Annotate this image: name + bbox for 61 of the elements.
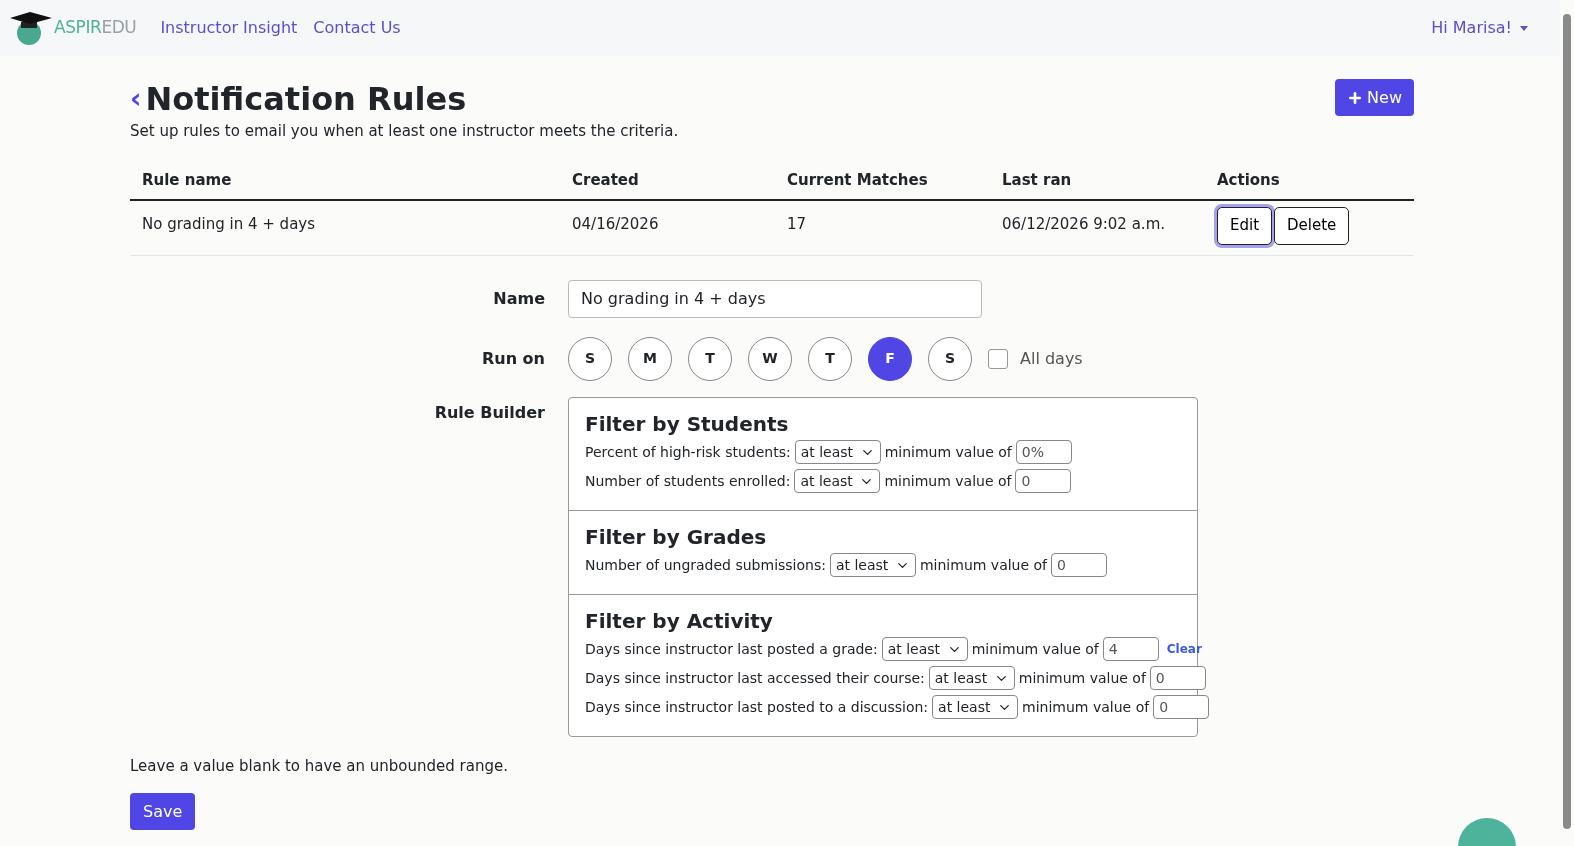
operator-select[interactable]: at least: [881, 637, 968, 661]
save-button[interactable]: Save: [130, 793, 196, 830]
day-toggle[interactable]: S: [928, 336, 972, 381]
minimum-label: minimum value of: [919, 555, 1048, 575]
column-header: Rule name: [142, 170, 233, 192]
run-on-label: Run on: [480, 347, 545, 370]
action-button[interactable]: Delete: [1274, 206, 1350, 245]
nav-link[interactable]: Instructor Insight: [160, 16, 298, 40]
day-toggle[interactable]: T: [808, 336, 852, 381]
value-field[interactable]: 4: [1102, 637, 1159, 661]
day-toggle[interactable]: M: [628, 336, 672, 381]
operator-select[interactable]: at least: [794, 469, 881, 493]
day-toggle[interactable]: F: [868, 336, 912, 381]
column-header: Created: [572, 170, 640, 192]
operator-select[interactable]: at least: [928, 666, 1015, 690]
filter-label: Days since instructor last accessed their course:: [585, 668, 925, 688]
table-cell-text: No grading in 4 + days: [142, 213, 317, 235]
operator-select[interactable]: at least: [932, 695, 1019, 719]
day-toggle[interactable]: W: [748, 336, 792, 381]
filter-label: Number of students enrolled:: [585, 471, 791, 491]
name-field[interactable]: No grading in 4 + days: [568, 279, 982, 318]
page-title: Notification Rules: [145, 79, 467, 119]
name-label: Name: [492, 287, 545, 310]
minimum-label: minimum value of: [1018, 668, 1146, 688]
table-cell-text: 17: [787, 213, 808, 235]
operator-select[interactable]: at least: [829, 553, 916, 577]
section-title: Filter by Grades: [585, 523, 768, 551]
clear-link[interactable]: Clear: [1166, 640, 1202, 658]
nav-link[interactable]: Contact Us: [313, 16, 401, 40]
day-toggle[interactable]: T: [688, 336, 732, 381]
page-subtitle: Set up rules to email you when at least one instructor meets the criteria.: [130, 121, 679, 142]
value-field[interactable]: 0%: [1015, 440, 1072, 464]
user-menu[interactable]: Hi Marisa!: [1431, 16, 1528, 40]
filter-label: Percent of high-risk students:: [585, 442, 791, 462]
hint-text: Leave a value blank to have an unbounded range.: [130, 755, 509, 777]
minimum-label: minimum value of: [971, 639, 1099, 659]
minimum-label: minimum value of: [884, 442, 1012, 462]
filter-label: Days since instructor last posted to a discussion:: [585, 697, 929, 717]
rule-builder-label: Rule Builder: [433, 401, 545, 424]
value-field[interactable]: 0: [1051, 553, 1108, 577]
section-title: Filter by Students: [585, 410, 790, 438]
table-cell-text: 06/12/2026 9:02 a.m.: [1002, 213, 1166, 235]
filter-label: Number of ungraded submissions:: [585, 555, 826, 575]
column-header: Last ran: [1002, 170, 1073, 192]
logo-text: ASPIREDU: [54, 16, 137, 40]
back-button[interactable]: ‹: [130, 85, 142, 113]
section-title: Filter by Activity: [585, 607, 774, 635]
column-header: Current Matches: [787, 170, 929, 192]
column-header: Actions: [1217, 170, 1281, 192]
all-days-label: All days: [1020, 347, 1083, 370]
new-button[interactable]: New: [1335, 79, 1414, 116]
day-toggle[interactable]: S: [568, 336, 612, 381]
filter-label: Days since instructor last posted a grade:: [585, 639, 878, 659]
operator-select[interactable]: at least: [794, 440, 881, 464]
value-field[interactable]: 0: [1015, 469, 1072, 493]
table-cell-text: 04/16/2026: [572, 213, 660, 235]
action-button[interactable]: Edit: [1217, 206, 1273, 245]
value-field[interactable]: 0: [1153, 695, 1210, 719]
value-field[interactable]: 0: [1149, 666, 1206, 690]
minimum-label: minimum value of: [1022, 697, 1150, 717]
minimum-label: minimum value of: [884, 471, 1012, 491]
